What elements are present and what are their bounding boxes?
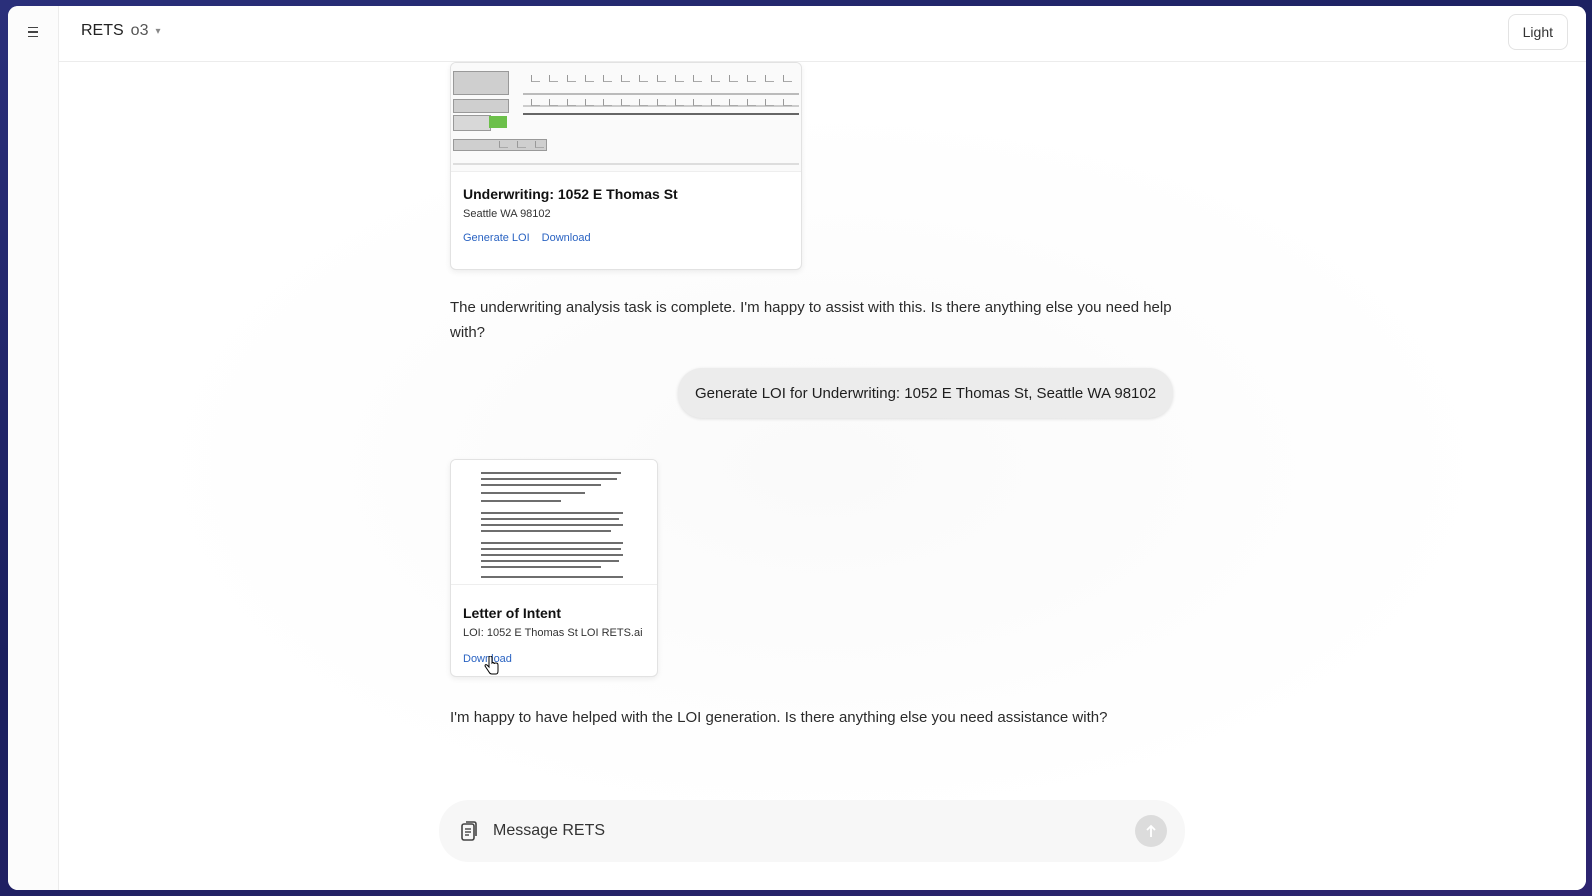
underwriting-card-subtitle: Seattle WA 98102 (463, 208, 551, 220)
chevron-down-icon[interactable]: ▾ (155, 26, 160, 37)
app-name: RETS (81, 22, 124, 39)
underwriting-card: Underwriting: 1052 E Thomas St Seattle W… (450, 62, 802, 270)
header: RETS o3 ▾ Light (59, 6, 1586, 62)
app-title[interactable]: RETS o3 ▾ (81, 22, 161, 40)
message-input[interactable] (491, 821, 1095, 841)
hand-pointer-icon (484, 656, 499, 675)
assistant-message: I'm happy to have helped with the LOI ge… (450, 709, 1108, 726)
app-window: RETS o3 ▾ Light Underwriting: 1052 E Tho… (8, 6, 1586, 890)
generate-loi-link[interactable]: Generate LOI (463, 232, 530, 244)
assistant-message: The underwriting analysis task is comple… (450, 299, 1172, 341)
menu-icon[interactable] (22, 22, 44, 42)
loi-card: Letter of Intent LOI: 1052 E Thomas St L… (450, 459, 658, 677)
theme-toggle-button[interactable]: Light (1507, 14, 1568, 50)
underwriting-card-title: Underwriting: 1052 E Thomas St (463, 186, 678, 202)
message-composer (439, 800, 1185, 862)
chat-area: Underwriting: 1052 E Thomas St Seattle W… (59, 62, 1586, 890)
loi-card-subtitle: LOI: 1052 E Thomas St LOI RETS.ai (463, 627, 643, 639)
arrow-up-icon (1146, 824, 1156, 837)
send-button[interactable] (1135, 815, 1167, 847)
user-message-bubble: Generate LOI for Underwriting: 1052 E Th… (678, 368, 1174, 418)
loi-card-title: Letter of Intent (463, 605, 561, 621)
underwriting-download-link[interactable]: Download (542, 232, 591, 244)
sidebar-rail (8, 6, 59, 890)
spreadsheet-thumbnail (451, 63, 801, 172)
model-selector[interactable]: o3 (131, 22, 149, 40)
document-thumbnail (451, 460, 657, 585)
attach-icon[interactable] (459, 820, 479, 842)
